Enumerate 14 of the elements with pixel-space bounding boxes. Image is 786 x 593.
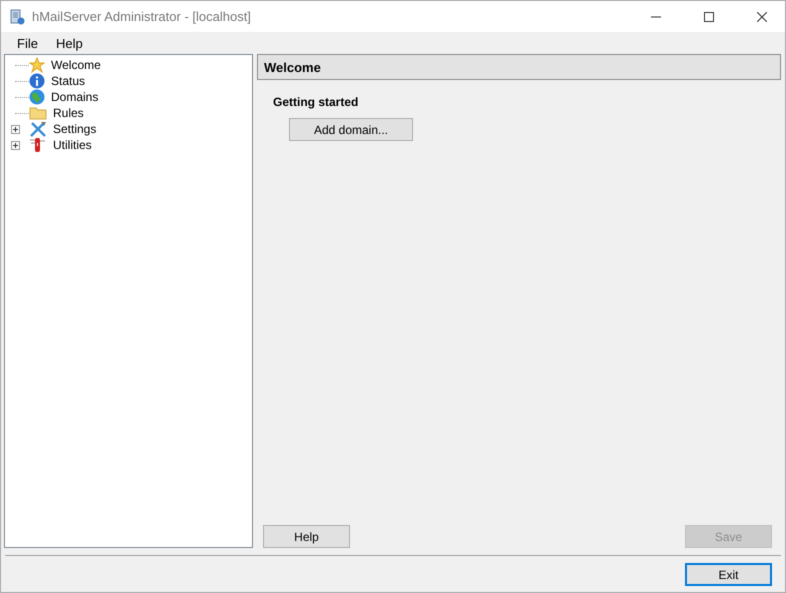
section-title: Getting started: [273, 95, 360, 109]
menu-item[interactable]: Help: [48, 36, 91, 50]
tree-item[interactable]: Utilities: [51, 138, 94, 152]
tree-item[interactable]: Domains: [49, 90, 100, 104]
menu-item[interactable]: File: [9, 36, 46, 50]
panel-header: Welcome: [257, 54, 781, 80]
tree-item[interactable]: Welcome: [49, 58, 103, 72]
tree-item[interactable]: Rules: [51, 106, 86, 120]
tree-item[interactable]: Status: [49, 74, 88, 88]
add-domain-button[interactable]: Add domain...: [289, 118, 413, 141]
tree-item[interactable]: Settings: [51, 122, 98, 136]
exit-button[interactable]: Exit: [685, 563, 772, 586]
help-button[interactable]: Help: [263, 525, 350, 548]
window-title: hMailServer Administrator - [localhost]: [32, 9, 252, 24]
